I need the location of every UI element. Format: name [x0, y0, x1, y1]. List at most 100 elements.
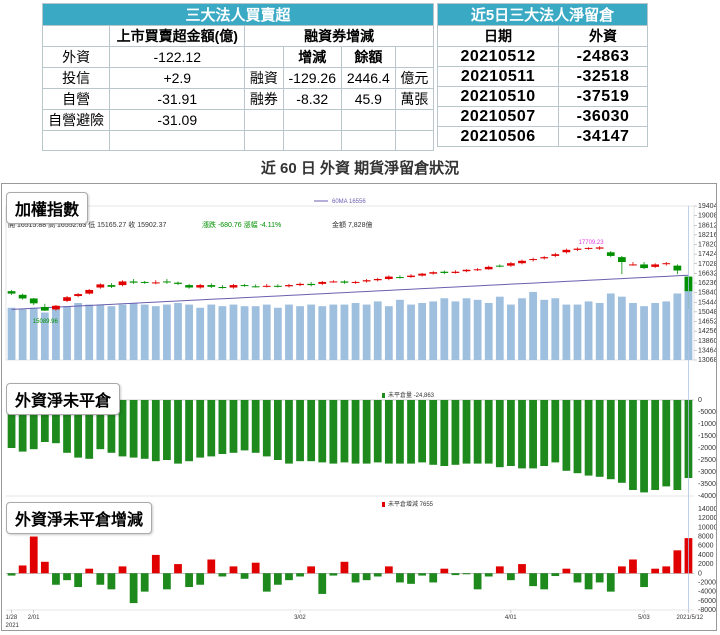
y-tick-label: -20000 — [698, 445, 716, 452]
volume-bar — [340, 304, 349, 360]
oi-bar — [562, 400, 571, 471]
amount-header: 上市買賣超金額(億) — [109, 25, 246, 47]
chart-caption: 近 60 日 外資 期貨淨留倉狀況 — [260, 160, 460, 177]
candle-body — [562, 249, 571, 253]
volume-bar — [540, 299, 549, 360]
volume-bar — [462, 298, 471, 360]
oi-bar — [640, 400, 648, 493]
oi-bar — [296, 400, 304, 462]
date-cell: 20210506 — [436, 126, 560, 147]
empty-cell — [394, 109, 435, 131]
x-year-label: 2021 — [6, 623, 20, 629]
candle-body — [584, 247, 593, 249]
date-header: 日期 — [436, 25, 560, 47]
chart-container: 19404 19008 18612 18216 17820 17424 17028 16632… — [1, 183, 720, 631]
candle-body — [518, 260, 526, 264]
oi-bar — [429, 400, 438, 465]
volume-bar — [440, 298, 449, 360]
panel-title-index: 加權指數 — [6, 192, 89, 224]
y-tick-label: 15048 — [698, 309, 716, 316]
empty-cell — [109, 130, 246, 151]
y-tick-label: -5000 — [698, 409, 716, 416]
candle-body — [473, 269, 482, 271]
foreign-header: 外資 — [558, 25, 648, 47]
y-tick-label: 17424 — [698, 251, 716, 258]
amount-info: 金額 7,828億 — [332, 220, 372, 229]
row-label: 投信 — [41, 67, 111, 89]
volume-bar — [29, 307, 38, 360]
y-tick-label: 16236 — [698, 280, 716, 287]
y-tick-label: 13464 — [698, 347, 716, 354]
change-bar — [107, 573, 116, 590]
oi-bar — [163, 400, 171, 460]
volume-bar — [262, 304, 271, 360]
candle-body — [129, 281, 138, 283]
panel-title-oi-change: 外資淨未平倉增減 — [6, 502, 153, 534]
candle-body — [296, 283, 304, 286]
change-bar — [118, 566, 127, 574]
change-bar — [218, 573, 227, 577]
y-tick-label: 15444 — [698, 299, 716, 306]
volume-bar — [7, 307, 16, 360]
change-bar — [174, 564, 182, 574]
y-tick-label: -40000 — [698, 493, 716, 500]
volume-bar — [96, 304, 105, 360]
y-tick-label: 17028 — [698, 261, 716, 268]
change-bar — [129, 573, 138, 604]
oi-bar — [651, 400, 660, 490]
change-bar — [262, 573, 271, 592]
change-bar — [651, 568, 660, 574]
volume-bar — [207, 304, 216, 360]
candle-body — [63, 297, 71, 301]
volume-bar — [529, 291, 537, 360]
candle-body — [118, 281, 127, 286]
balance-header: 餘額 — [341, 46, 396, 68]
margin-label-cell: 融券 — [244, 88, 284, 110]
y-tick-label: 17820 — [698, 242, 716, 249]
candle-body — [151, 282, 160, 284]
x-tick-label: 2021/5/12 — [676, 615, 703, 621]
oi-bar — [407, 400, 415, 464]
volume-bar — [651, 303, 660, 360]
oi-bar — [273, 400, 282, 460]
change-info: 漲跌 -680.76 漲幅 -4.11% — [202, 220, 281, 229]
volume-bar — [185, 304, 193, 360]
change-bar — [85, 568, 94, 574]
candle-body — [307, 283, 316, 286]
oi-bar — [351, 400, 360, 464]
volume-bar — [473, 299, 482, 360]
change-bar — [484, 573, 493, 577]
oi-bar — [507, 400, 515, 466]
oi-bar — [584, 400, 593, 476]
y-tick-label: 13068 — [698, 357, 716, 364]
row-label: 自營 — [41, 88, 111, 110]
change-bar — [640, 573, 648, 588]
candle-body — [18, 294, 27, 299]
y-tick-label: 2000 — [698, 561, 714, 568]
change-bar — [551, 573, 560, 577]
unit-cell: 萬張 — [394, 88, 435, 110]
y-tick-label: -35000 — [698, 481, 716, 488]
oi-bar — [529, 400, 537, 469]
volume-bar — [573, 304, 582, 360]
candle-body — [74, 294, 83, 297]
candle-body — [85, 289, 94, 294]
change-bar — [451, 573, 460, 576]
y-tick-label: 13860 — [698, 338, 716, 345]
change-bar — [340, 561, 349, 574]
change-bar — [40, 561, 49, 574]
oi-bar — [151, 400, 160, 462]
oi-bar — [140, 400, 149, 459]
unit-cell — [394, 46, 435, 68]
oi-bar — [129, 400, 138, 458]
oi-bar — [318, 400, 327, 463]
change-cell: -129.26 — [282, 67, 343, 89]
candle-body — [540, 257, 549, 259]
volume-bar — [418, 303, 427, 360]
y-tick-label: -25000 — [698, 457, 716, 464]
y-tick-label: 0 — [698, 397, 702, 404]
change-bar — [196, 573, 205, 585]
candle-body — [351, 281, 360, 283]
y-tick-label: 6000 — [698, 543, 714, 550]
oi-bar — [329, 400, 338, 464]
